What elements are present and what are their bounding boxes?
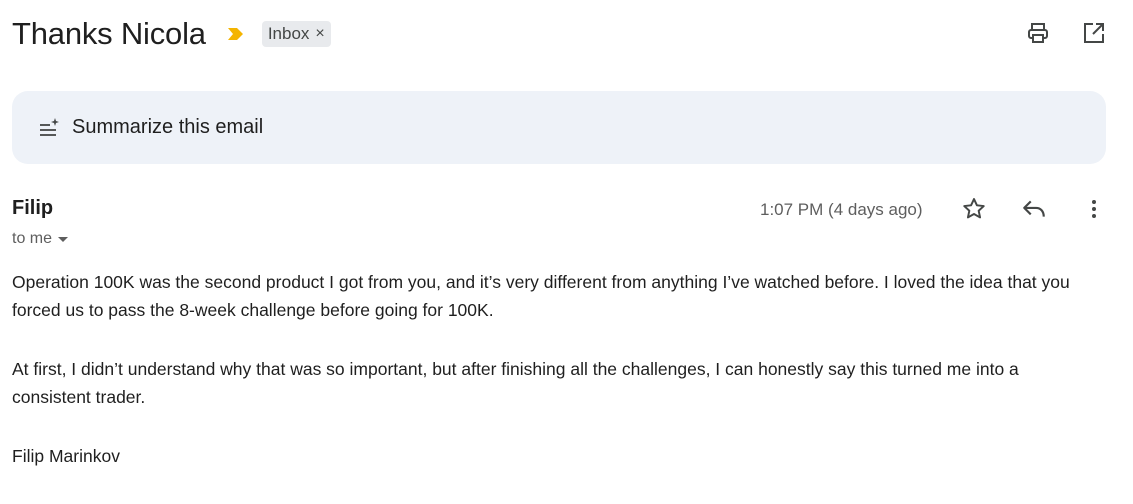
email-subject: Thanks Nicola xyxy=(12,16,206,51)
recipient-details-toggle[interactable]: to me xyxy=(12,230,69,248)
summarize-email-button[interactable]: Summarize this email xyxy=(12,91,1106,164)
star-button[interactable] xyxy=(961,196,987,222)
recipient-text: to me xyxy=(12,230,53,247)
importance-marker-icon[interactable] xyxy=(226,26,246,42)
print-button[interactable] xyxy=(1025,20,1051,46)
summarize-sparkle-icon xyxy=(40,117,59,136)
message-actions xyxy=(961,196,1107,222)
message-body: Operation 100K was the second product I … xyxy=(12,268,1102,470)
remove-label-icon[interactable]: × xyxy=(315,25,324,43)
sender-name[interactable]: Filip xyxy=(12,197,53,220)
print-icon xyxy=(1028,23,1048,43)
message-paragraph: Operation 100K was the second product I … xyxy=(12,272,1070,320)
reply-icon xyxy=(1023,200,1045,217)
reply-button[interactable] xyxy=(1021,196,1047,222)
star-icon xyxy=(963,198,985,219)
open-in-new-window-icon xyxy=(1084,23,1104,43)
summarize-label: Summarize this email xyxy=(72,116,264,138)
message-signature: Filip Marinkov xyxy=(12,446,120,466)
subject-row: Thanks Nicola Inbox × xyxy=(12,12,331,56)
message-timestamp: 1:07 PM (4 days ago) xyxy=(760,200,923,219)
more-options-button[interactable] xyxy=(1081,196,1107,222)
label-chip-inbox: Inbox × xyxy=(261,21,331,47)
message-paragraph: At first, I didn’t understand why that w… xyxy=(12,359,1019,407)
label-chip-text: Inbox xyxy=(267,24,310,43)
thread-actions xyxy=(1025,20,1107,46)
chevron-down-icon xyxy=(58,236,69,242)
more-vert-icon xyxy=(1092,200,1096,218)
open-in-new-window-button[interactable] xyxy=(1081,20,1107,46)
